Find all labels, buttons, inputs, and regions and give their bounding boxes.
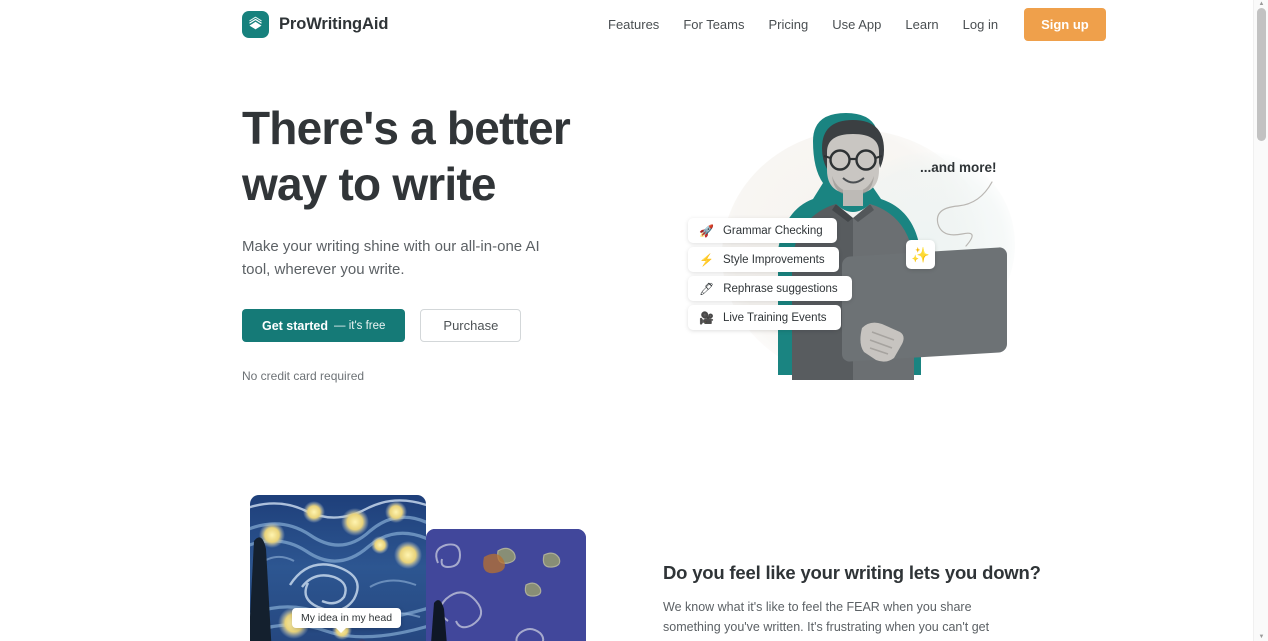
get-started-label: Get started bbox=[262, 318, 328, 333]
hero-illustration: ✨ ...and more! 🚀 Grammar Checking ⚡ Styl… bbox=[660, 100, 1040, 430]
hero-subtitle: Make your writing shine with our all-in-… bbox=[242, 238, 540, 278]
hero-section: There's a better way to write Make your … bbox=[0, 48, 1253, 478]
no-credit-card-note: No credit card required bbox=[242, 369, 365, 383]
hero-copy: There's a better way to write Make your … bbox=[242, 100, 642, 383]
simplified-sketch-image bbox=[426, 529, 586, 641]
magic-wand-icon: 🖊 bbox=[699, 281, 715, 296]
and-more-label: ...and more! bbox=[920, 160, 997, 175]
lower-section-title: Do you feel like your writing lets you d… bbox=[663, 562, 1041, 583]
scroll-up-arrow-icon[interactable]: ▲ bbox=[1254, 0, 1268, 8]
idea-in-my-head-label: My idea in my head bbox=[292, 608, 402, 633]
scroll-down-arrow-icon[interactable]: ▼ bbox=[1254, 633, 1268, 641]
feature-chip-live-training-events[interactable]: 🎥 Live Training Events bbox=[688, 305, 841, 330]
sparkles-icon: ✨ bbox=[906, 240, 935, 269]
feature-chip-label: Style Improvements bbox=[722, 253, 825, 266]
sign-up-button[interactable]: Sign up bbox=[1024, 7, 1106, 41]
brand-name: ProWritingAid bbox=[279, 14, 389, 33]
hero-actions: Get started — it's free Purchase bbox=[242, 309, 642, 342]
lower-section: My idea in my head Do you feel like your… bbox=[0, 478, 1253, 641]
get-started-button[interactable]: Get started — it's free bbox=[242, 309, 406, 342]
brand-logo-link[interactable]: ProWritingAid bbox=[242, 10, 389, 38]
hero-title-line-2: way to write bbox=[242, 158, 496, 210]
stacked-pages-icon bbox=[242, 10, 269, 38]
nav-item-use-app[interactable]: Use App bbox=[820, 9, 893, 40]
idea-vs-paper-illustration: My idea in my head bbox=[242, 495, 592, 641]
video-camera-icon: 🎥 bbox=[699, 310, 714, 325]
feature-chip-list: 🚀 Grammar Checking ⚡ Style Improvements … bbox=[688, 218, 852, 330]
nav-item-features[interactable]: Features bbox=[596, 9, 671, 40]
hero-title-line-1: There's a better bbox=[242, 102, 571, 154]
feature-chip-label: Grammar Checking bbox=[722, 224, 823, 237]
nav-item-learn[interactable]: Learn bbox=[893, 9, 950, 40]
scrollbar-thumb[interactable] bbox=[1257, 8, 1266, 141]
main-navigation: Features For Teams Pricing Use App Learn… bbox=[596, 7, 1106, 41]
feature-chip-label: Live Training Events bbox=[722, 311, 827, 324]
rocket-icon: 🚀 bbox=[699, 223, 714, 238]
purchase-button[interactable]: Purchase bbox=[420, 309, 522, 342]
feature-chip-grammar-checking[interactable]: 🚀 Grammar Checking bbox=[688, 218, 837, 243]
hand-illustration bbox=[860, 322, 904, 362]
hero-title: There's a better way to write bbox=[242, 100, 642, 212]
site-header: ProWritingAid Features For Teams Pricing… bbox=[0, 0, 1253, 48]
lower-copy: Do you feel like your writing lets you d… bbox=[663, 562, 1041, 641]
feature-chip-rephrase-suggestions[interactable]: 🖊 Rephrase suggestions bbox=[688, 276, 852, 301]
nav-item-log-in[interactable]: Log in bbox=[951, 9, 1010, 40]
feature-chip-label: Rephrase suggestions bbox=[723, 282, 838, 295]
get-started-sublabel: — it's free bbox=[334, 319, 386, 332]
feature-chip-style-improvements[interactable]: ⚡ Style Improvements bbox=[688, 247, 839, 272]
lower-section-body: We know what it's like to feel the FEAR … bbox=[663, 600, 990, 641]
page-scrollbar[interactable]: ▲ ▼ bbox=[1253, 0, 1268, 641]
lightning-bolt-icon: ⚡ bbox=[699, 252, 714, 267]
nav-item-for-teams[interactable]: For Teams bbox=[671, 9, 756, 40]
landing-page: ProWritingAid Features For Teams Pricing… bbox=[0, 0, 1268, 641]
nav-item-pricing[interactable]: Pricing bbox=[756, 9, 820, 40]
